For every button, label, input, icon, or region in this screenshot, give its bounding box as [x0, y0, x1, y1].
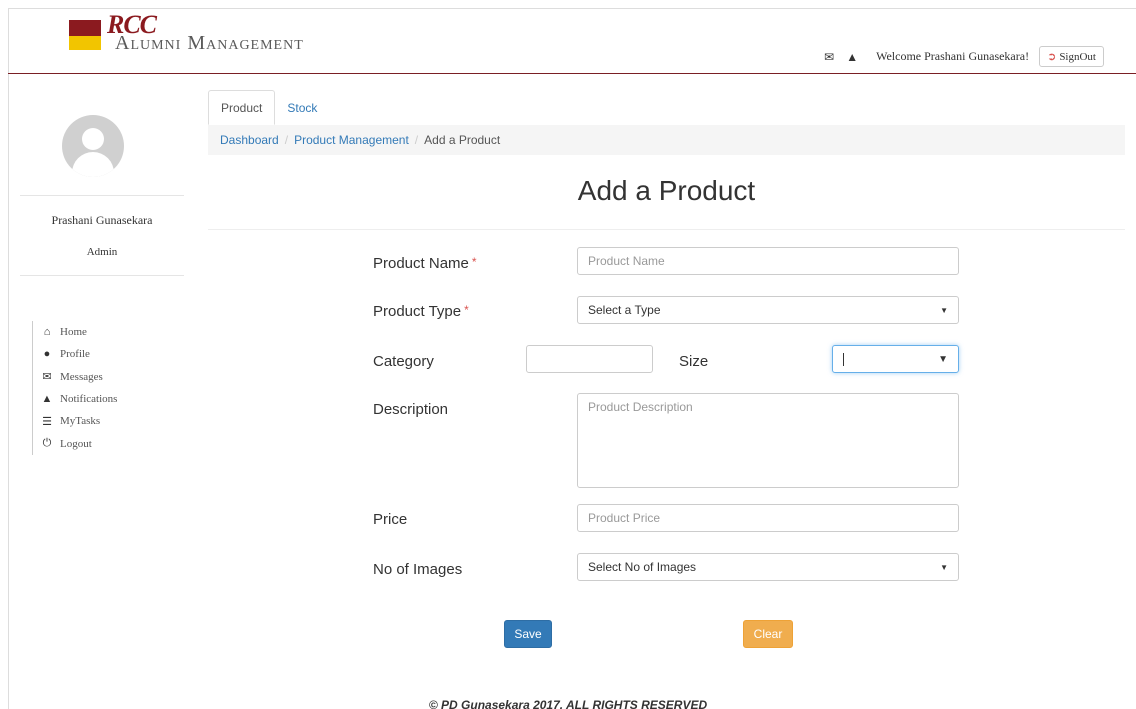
sidebar: Prashani Gunasekara Admin ⌂ Home ● Profi…: [20, 74, 184, 674]
clear-button[interactable]: Clear: [743, 620, 793, 648]
images-value: Select No of Images: [588, 560, 697, 574]
size-select[interactable]: ▼: [832, 345, 959, 373]
product-type-value: Select a Type: [588, 303, 661, 317]
sidebar-item-mytasks[interactable]: ☰ MyTasks: [33, 410, 117, 432]
flag-icon: [69, 20, 101, 50]
size-label: Size: [679, 353, 709, 370]
signout-label: SignOut: [1059, 50, 1096, 63]
breadcrumb-separator: /: [284, 133, 289, 147]
envelope-icon[interactable]: ✉: [824, 50, 834, 64]
chevron-down-icon: ▼: [938, 353, 948, 365]
sidebar-item-label: Profile: [60, 348, 90, 361]
product-name-label: Product Name *: [373, 255, 477, 272]
product-name-input[interactable]: [577, 247, 959, 275]
sidebar-item-notifications[interactable]: ▲ Notifications: [33, 388, 118, 410]
product-type-label: Product Type *: [373, 303, 469, 320]
home-icon: ⌂: [43, 326, 51, 339]
price-input[interactable]: [577, 504, 959, 532]
images-label: No of Images: [373, 561, 463, 578]
user-name: Prashani Gunasekara: [51, 213, 153, 227]
title-divider: [208, 229, 1125, 230]
sidebar-item-profile[interactable]: ● Profile: [33, 343, 117, 365]
sidebar-item-label: Notifications: [60, 393, 118, 406]
footer-copyright: © PD Gunasekara 2017. ALL RIGHTS RESERVE…: [428, 698, 708, 709]
chevron-down-icon: ▼: [940, 562, 948, 572]
user-icon: ●: [43, 348, 51, 361]
description-textarea[interactable]: [577, 393, 959, 488]
sidebar-item-label: Logout: [60, 437, 92, 450]
sidebar-divider: [20, 195, 184, 196]
page-title: Add a Product: [577, 175, 756, 206]
list-icon: ☰: [42, 415, 52, 428]
price-label: Price: [373, 511, 408, 528]
chevron-down-icon: ▼: [940, 305, 948, 315]
tab-product[interactable]: Product: [208, 90, 276, 125]
sidebar-item-home[interactable]: ⌂ Home: [33, 321, 117, 343]
app-title: Alumni Management: [115, 32, 304, 54]
text-cursor: [843, 352, 844, 366]
envelope-icon: ✉: [42, 371, 52, 384]
signout-button[interactable]: ➲ SignOut: [1039, 46, 1104, 67]
breadcrumb-current: Add a Product: [424, 133, 501, 147]
sidebar-item-label: Home: [60, 326, 87, 339]
sidebar-divider: [20, 275, 184, 276]
avatar: [62, 115, 124, 177]
header-actions: ✉ ▲ Welcome Prashani Gunasekara! ➲ SignO…: [824, 46, 1104, 67]
power-icon: ⏻: [42, 437, 52, 450]
user-role: Admin: [86, 246, 118, 258]
category-input[interactable]: [526, 345, 653, 373]
sidebar-item-logout[interactable]: ⏻ Logout: [33, 432, 117, 454]
sidebar-item-messages[interactable]: ✉ Messages: [33, 366, 117, 388]
tab-bar: Product Stock: [208, 90, 329, 125]
images-select[interactable]: Select No of Images ▼: [577, 553, 959, 581]
tab-stock[interactable]: Stock: [275, 90, 329, 125]
welcome-text: Welcome Prashani Gunasekara!: [876, 49, 1030, 63]
product-type-select[interactable]: Select a Type ▼: [577, 296, 959, 324]
breadcrumb-separator: /: [414, 133, 419, 147]
bell-icon[interactable]: ▲: [846, 50, 858, 64]
category-label: Category: [373, 353, 434, 370]
breadcrumb-dashboard[interactable]: Dashboard: [220, 133, 279, 147]
breadcrumb-product-management[interactable]: Product Management: [294, 133, 409, 147]
sidebar-item-label: MyTasks: [60, 415, 101, 428]
breadcrumb: Dashboard / Product Management / Add a P…: [208, 125, 1125, 155]
bell-icon: ▲: [41, 393, 53, 406]
signout-icon: ➲: [1047, 51, 1057, 63]
save-button[interactable]: Save: [504, 620, 552, 648]
top-header: RCC Alumni Management ✉ ▲ Welcome Prasha…: [8, 8, 1136, 74]
description-label: Description: [373, 401, 449, 418]
sidebar-item-label: Messages: [60, 370, 103, 383]
sidebar-nav: ⌂ Home ● Profile ✉ Messages ▲ Notificati…: [32, 321, 117, 455]
